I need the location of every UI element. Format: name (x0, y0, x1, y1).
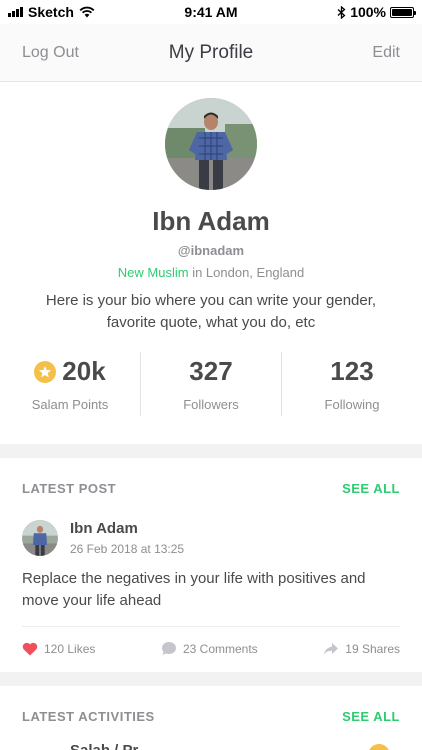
share-button[interactable]: 19 Shares (323, 641, 400, 656)
post-actions: 120 Likes 23 Comments 19 Shares (22, 626, 400, 656)
profile-handle: @ibnadam (177, 243, 245, 258)
post-author[interactable]: Ibn Adam 26 Feb 2018 at 13:25 (0, 520, 422, 556)
wifi-icon (79, 6, 95, 18)
star-icon (34, 360, 57, 383)
stat-salam-points[interactable]: 20k Salam Points (0, 352, 140, 416)
likes-count: 120 Likes (44, 641, 96, 656)
status-left: Sketch (8, 4, 95, 20)
signal-icon (8, 7, 23, 17)
status-right: 100% (337, 4, 416, 20)
new-muslim-badge: New Muslim (117, 265, 189, 280)
stat-value: 327 (189, 356, 233, 386)
like-button[interactable]: 120 Likes (22, 641, 95, 656)
bluetooth-icon (337, 5, 346, 19)
stat-value: 123 (330, 356, 374, 386)
latest-post-section: LATEST POST SEE ALL Ibn Adam 26 Feb 2018… (0, 458, 422, 672)
stat-followers[interactable]: 327 Followers (140, 352, 281, 416)
comments-count: 23 Comments (182, 641, 258, 656)
latest-activities-section: LATEST ACTIVITIES SEE ALL Salah / Pr... (0, 686, 422, 750)
latest-post-header: LATEST POST SEE ALL (0, 458, 422, 518)
stat-label: Followers (183, 397, 239, 412)
avatar[interactable] (22, 520, 58, 556)
shares-count: 19 Shares (345, 641, 400, 656)
stat-value: 20k (62, 356, 106, 386)
share-icon (324, 642, 339, 655)
carrier-label: Sketch (28, 4, 74, 20)
edit-button[interactable]: Edit (372, 44, 400, 62)
profile-stats: 20k Salam Points 327 Followers 123 Follo… (0, 352, 422, 416)
profile-meta: New Muslim in London, England (0, 265, 422, 280)
activity-item[interactable]: Salah / Pr... (0, 742, 422, 750)
post-text: Replace the negatives in your life with … (22, 570, 366, 609)
section-title: LATEST ACTIVITIES (22, 708, 155, 724)
see-all-activities-button[interactable]: SEE ALL (342, 709, 400, 724)
profile-location: in London, England (192, 265, 305, 280)
post-date: 26 Feb 2018 at 13:25 (70, 542, 185, 556)
heart-icon (22, 642, 38, 655)
profile-name: Ibn Adam (152, 206, 270, 236)
comment-icon (161, 642, 176, 655)
star-icon (368, 744, 390, 750)
battery-icon (390, 6, 416, 18)
profile-avatar[interactable] (165, 98, 257, 190)
post-author-name: Ibn Adam (70, 520, 138, 537)
stat-following[interactable]: 123 Following (281, 352, 422, 416)
profile-card: Ibn Adam @ibnadam New Muslim in London, … (0, 82, 422, 444)
activity-name: Salah / Pr... (70, 742, 150, 750)
status-bar: Sketch 9:41 AM 100% (0, 0, 422, 24)
stat-label: Salam Points (31, 397, 109, 412)
profile-bio: Here is your bio where you can write you… (45, 292, 377, 331)
see-all-posts-button[interactable]: SEE ALL (342, 481, 400, 496)
log-out-button[interactable]: Log Out (22, 44, 79, 62)
section-title: LATEST POST (22, 480, 117, 496)
comment-button[interactable]: 23 Comments (161, 641, 258, 656)
latest-activities-header: LATEST ACTIVITIES SEE ALL (0, 686, 422, 746)
battery-percent: 100% (350, 4, 386, 20)
stat-label: Following (324, 397, 380, 412)
nav-bar: Log Out My Profile Edit (0, 24, 422, 82)
